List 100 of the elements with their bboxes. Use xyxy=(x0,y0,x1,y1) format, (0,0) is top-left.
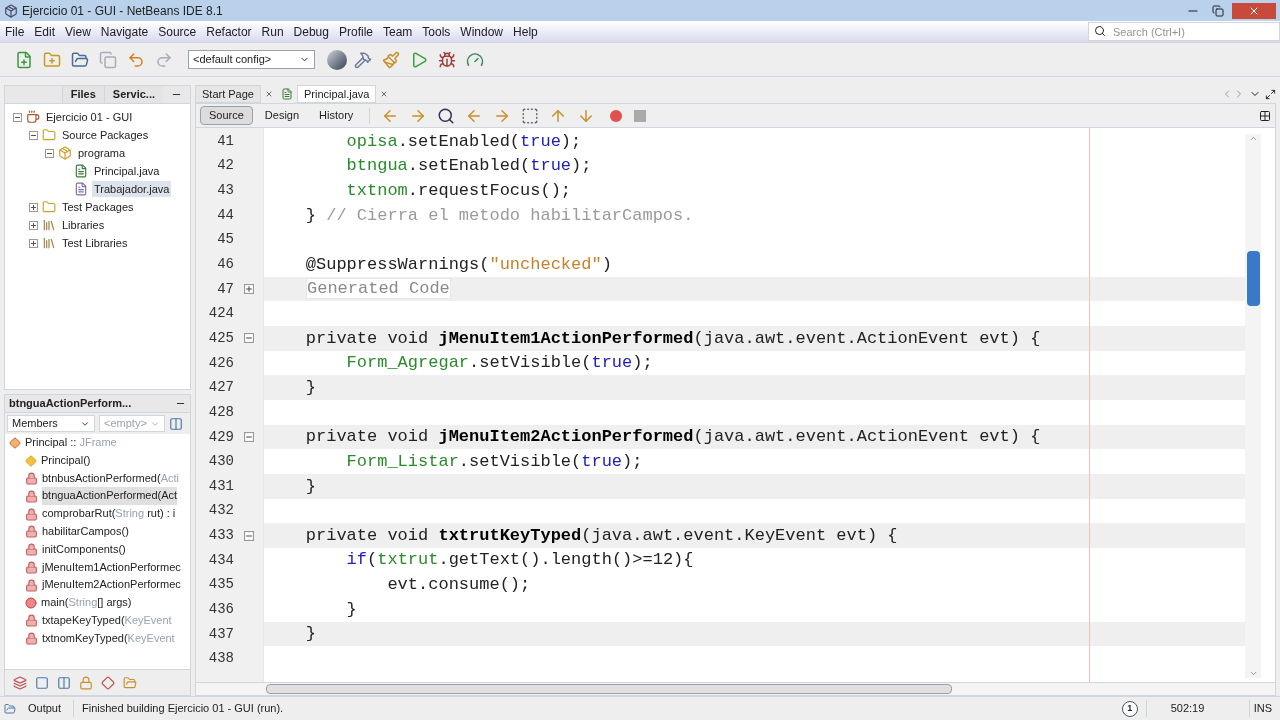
config-dropdown[interactable]: <default config> xyxy=(188,50,315,69)
tree-item[interactable]: Test Libraries xyxy=(60,234,130,252)
stop-icon[interactable] xyxy=(634,109,647,122)
close-icon[interactable] xyxy=(380,90,389,98)
scroll-down-icon[interactable] xyxy=(1248,669,1258,678)
undo-icon[interactable] xyxy=(127,50,145,69)
code-line: } xyxy=(304,377,316,399)
close-icon[interactable] xyxy=(265,90,273,98)
editor-tab[interactable]: Start Page xyxy=(195,85,261,103)
expand-toggle-icon[interactable] xyxy=(29,202,38,212)
vertical-scrollbar[interactable] xyxy=(1245,134,1261,678)
scroll-up-icon[interactable] xyxy=(1248,134,1258,143)
menu-item[interactable]: Edit xyxy=(29,22,61,41)
tree-item[interactable]: Source Packages xyxy=(60,126,151,144)
menu-item[interactable]: Debug xyxy=(288,22,334,41)
view-tab[interactable]: History xyxy=(311,106,362,125)
code-line: txtnom.requestFocus(); xyxy=(345,179,572,202)
collapse-toggle-icon[interactable] xyxy=(45,148,54,158)
panel-tab[interactable]: Files xyxy=(61,86,104,103)
lock-icon[interactable] xyxy=(79,675,93,690)
member-item[interactable]: comprobarRut(String rut) : i xyxy=(42,505,176,523)
code-line: btngua.setEnabled(true); xyxy=(345,155,592,178)
diamond-icon[interactable] xyxy=(101,675,115,690)
tree-item[interactable]: Principal.java xyxy=(92,162,162,180)
collapse-fold-icon[interactable] xyxy=(244,333,254,344)
menu-item[interactable]: Source xyxy=(153,22,202,41)
member-item[interactable]: txtapeKeyTyped(KeyEvent xyxy=(42,611,172,630)
member-item[interactable]: btnbusActionPerformed(Acti xyxy=(42,469,179,488)
gauge-icon[interactable] xyxy=(466,50,484,69)
menu-item[interactable]: View xyxy=(60,22,96,41)
line-number: 42 xyxy=(216,156,234,176)
menu-item[interactable]: Navigate xyxy=(95,22,154,41)
square-icon[interactable] xyxy=(35,675,49,690)
notification-badge[interactable]: 1 xyxy=(1121,700,1138,717)
restore-icon[interactable] xyxy=(1212,4,1224,17)
tree-item[interactable]: Ejercicio 01 - GUI xyxy=(44,108,135,126)
maximize-icon[interactable] xyxy=(1265,88,1276,100)
new-file-icon[interactable] xyxy=(15,50,33,69)
tree-item[interactable]: Trabajador.java xyxy=(92,180,172,198)
menu-item[interactable]: Profile xyxy=(334,22,378,41)
menu-item[interactable]: Tools xyxy=(417,22,456,41)
folder-icon[interactable] xyxy=(71,50,89,69)
folder-icon xyxy=(42,128,56,142)
collapse-toggle-icon[interactable] xyxy=(13,112,22,122)
member-item[interactable]: btnguaActionPerformed(Act xyxy=(42,487,178,506)
expand-toggle-icon[interactable] xyxy=(29,238,38,248)
brush-icon[interactable] xyxy=(382,50,400,69)
scroll-thumb[interactable] xyxy=(1246,251,1260,306)
editor-tab[interactable]: Principal.java xyxy=(297,85,377,103)
bug-icon[interactable] xyxy=(438,50,456,69)
folder-icon[interactable] xyxy=(123,675,137,690)
search-field[interactable]: Search (Ctrl+I) xyxy=(1088,22,1280,41)
panel-tab[interactable]: Servic... xyxy=(103,86,163,103)
member-item[interactable]: initComponents() xyxy=(42,540,126,559)
member-item[interactable]: main(String[] args) xyxy=(41,594,132,612)
code-line: Form_Agregar.setVisible(true); xyxy=(345,352,653,375)
member-item[interactable]: Principal() xyxy=(41,451,91,470)
line-number: 46 xyxy=(216,255,234,274)
run-icon[interactable] xyxy=(410,50,428,69)
search-icon[interactable] xyxy=(437,106,456,125)
file-icon xyxy=(74,182,88,196)
filter-dropdown[interactable]: Members xyxy=(7,415,95,432)
hammer-icon[interactable] xyxy=(354,50,372,69)
collapse-fold-icon[interactable] xyxy=(244,530,254,541)
collapse-toggle-icon[interactable] xyxy=(29,130,38,140)
horizontal-scrollbar[interactable] xyxy=(195,682,1276,696)
menu-item[interactable]: Window xyxy=(455,22,509,41)
tree-item[interactable]: Libraries xyxy=(60,216,107,234)
columns-icon[interactable] xyxy=(57,675,71,690)
expand-fold-icon[interactable] xyxy=(244,284,254,295)
grid-icon[interactable] xyxy=(1259,109,1271,122)
class-node[interactable]: Principal :: JFrame xyxy=(25,434,117,452)
output-button[interactable]: Output xyxy=(24,700,66,717)
scroll-thumb[interactable] xyxy=(266,684,952,694)
redo-icon[interactable] xyxy=(155,50,173,69)
menu-item[interactable]: Run xyxy=(256,22,289,41)
layout-icon[interactable] xyxy=(169,416,183,431)
selection-icon[interactable] xyxy=(521,106,540,125)
member-item[interactable]: txtnomKeyTyped(KeyEvent xyxy=(42,629,175,648)
menu-item[interactable]: Help xyxy=(508,22,543,41)
line-number: 436 xyxy=(207,600,234,619)
tree-item[interactable]: Test Packages xyxy=(60,198,136,216)
member-item[interactable]: jMenuItem2ActionPerformec xyxy=(42,576,181,595)
layers-icon[interactable] xyxy=(13,675,27,690)
expand-toggle-icon[interactable] xyxy=(29,220,38,230)
menu-item[interactable]: File xyxy=(0,22,30,41)
collapse-fold-icon[interactable] xyxy=(244,432,254,442)
copy-icon[interactable] xyxy=(99,50,117,69)
code-line: @SuppressWarnings("unchecked") xyxy=(304,253,612,276)
menu-item[interactable]: Refactor xyxy=(201,22,257,41)
insert-mode: INS xyxy=(1248,700,1276,717)
member-item[interactable]: jMenuItem1ActionPerformec xyxy=(42,558,181,577)
tree-item[interactable]: programa xyxy=(76,144,128,162)
view-tab[interactable]: Source xyxy=(200,106,253,125)
new-folder-icon[interactable] xyxy=(43,50,61,69)
view-tab[interactable]: Design xyxy=(256,106,308,125)
record-icon[interactable] xyxy=(610,109,623,122)
member-item[interactable]: habilitarCampos() xyxy=(42,523,129,541)
line-number: 44 xyxy=(216,205,234,225)
menu-item[interactable]: Team xyxy=(378,22,418,41)
